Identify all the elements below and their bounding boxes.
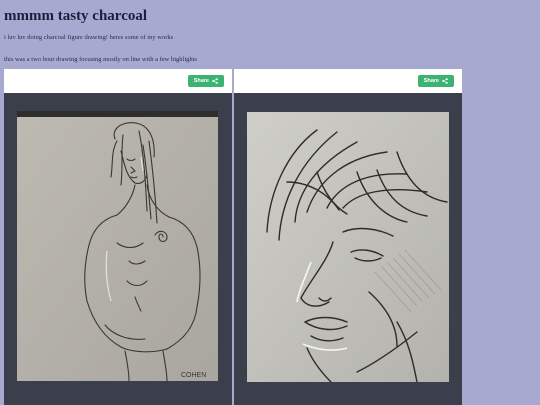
drawing-caption: this was a two hour drawing focusing mos…: [4, 56, 197, 63]
share-button[interactable]: Share: [187, 75, 224, 87]
intro-text: i luv luv doing charcoal figure drawing!…: [4, 34, 174, 41]
figure-drawing-image[interactable]: COHEN: [17, 111, 218, 381]
artist-signature: COHEN: [181, 372, 206, 379]
page-title: mmmm tasty charcoal: [4, 8, 148, 24]
post-card-2: Share: [234, 69, 462, 405]
post-card-header: Share: [4, 69, 232, 93]
image-frame: COHEN: [4, 93, 232, 405]
post-card-header: Share: [234, 69, 462, 93]
share-button[interactable]: Share: [417, 75, 454, 87]
share-button-label: Share: [193, 78, 209, 84]
portrait-drawing-image[interactable]: [247, 112, 449, 382]
post-card-1: Share COHEN: [4, 69, 232, 405]
share-icon: [212, 78, 218, 84]
share-icon: [442, 78, 448, 84]
share-button-label: Share: [423, 78, 439, 84]
image-frame: [234, 93, 462, 405]
